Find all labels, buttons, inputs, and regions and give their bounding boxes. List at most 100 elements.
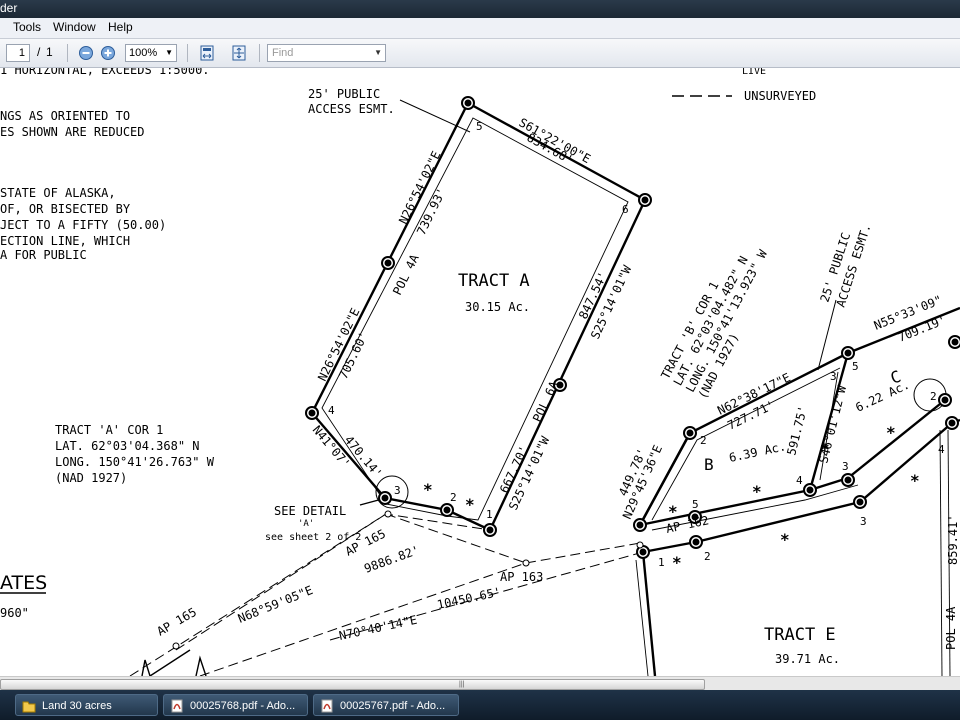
note-line: ES SHOWN ARE REDUCED: [0, 125, 145, 139]
taskbar-item-pdf-25768[interactable]: 00025768.pdf - Ado...: [163, 694, 308, 716]
zoom-in-icon: [101, 46, 115, 60]
corner-number: 5: [476, 120, 483, 133]
menu-window[interactable]: Window: [53, 20, 96, 34]
tract-b-corner-block: TRACT 'B' COR 1 LAT. 62°03'04.482" N LON…: [658, 247, 770, 401]
corner-number: 2: [450, 491, 457, 504]
folder-icon: [22, 701, 36, 713]
zoom-value: 100%: [129, 47, 158, 59]
zoom-out-icon: [79, 46, 93, 60]
tie-distance: 9886.82': [362, 543, 421, 576]
toolbar-separator: [259, 44, 260, 62]
note-line: STATE OF ALASKA,: [0, 186, 116, 200]
tract-e-name: TRACT E: [764, 625, 836, 645]
corner-a-line: (NAD 1927): [55, 471, 127, 485]
window-title-bar: der: [0, 0, 960, 18]
corner-number: 1: [658, 556, 665, 569]
menu-help[interactable]: Help: [108, 20, 133, 34]
svg-text:*: *: [886, 423, 896, 442]
plat-drawing: 1 HORIZONTAL, EXCEEDS 1:5000. NGS AS ORI…: [0, 68, 960, 676]
corner-number: 6: [622, 203, 629, 216]
page-number-input[interactable]: 1: [6, 44, 30, 62]
easement-symbols: ** ** ** ** *: [423, 423, 920, 572]
tie-bearing: N70°40'14"E: [338, 613, 419, 643]
fit-width-icon: [200, 45, 214, 61]
ap-label: AP 163: [500, 570, 543, 584]
pdf-icon: [321, 699, 333, 713]
tie-distance: 10450.65': [436, 585, 503, 612]
corner-number: 3: [830, 370, 837, 383]
detail-line: 'A': [298, 519, 314, 529]
pol-label: POL 4A: [944, 606, 958, 650]
tract-e-area: 39.71 Ac.: [775, 652, 840, 666]
ap-label: AP 165: [155, 605, 200, 639]
distance-label: 591.75': [784, 404, 810, 456]
taskbar-item-pdf-25767[interactable]: 00025767.pdf - Ado...: [313, 694, 459, 716]
taskbar-item-label: Land 30 acres: [42, 700, 112, 712]
page-separator: /: [37, 45, 41, 59]
scrollbar-thumb[interactable]: |||: [0, 679, 705, 690]
note-line: A FOR PUBLIC: [0, 248, 87, 262]
taskbar-item-label: 00025767.pdf - Ado...: [340, 700, 446, 712]
window-title: der: [0, 1, 18, 15]
note-line: JECT TO A FIFTY (50.00): [0, 218, 166, 232]
note-line: OF, OR BISECTED BY: [0, 202, 131, 216]
taskbar-item-label: 00025768.pdf - Ado...: [190, 700, 296, 712]
corner-number: 4: [796, 474, 803, 487]
pol-label: POL 6A: [530, 378, 561, 424]
document-view[interactable]: 1 HORIZONTAL, EXCEEDS 1:5000. NGS AS ORI…: [0, 68, 960, 676]
toolbar: 1 / 1 100% ▼ Find ▼: [0, 39, 960, 68]
svg-text:*: *: [423, 480, 433, 499]
taskbar: Land 30 acres 00025768.pdf - Ado... 0002…: [0, 690, 960, 720]
tract-b-area: 6.39 Ac.: [728, 439, 787, 465]
distance-label: 859.41': [946, 514, 960, 565]
tract-c-area: 6.22 Ac.: [853, 378, 911, 415]
plat-notes: 1 HORIZONTAL, EXCEEDS 1:5000. NGS AS ORI…: [0, 68, 210, 262]
horizontal-scrollbar[interactable]: |||: [0, 676, 960, 691]
bearing-label: S46°01'12"W: [816, 383, 849, 464]
legend-top-fragment: LIVE: [742, 68, 766, 77]
corner-number: 4: [328, 404, 335, 417]
zoom-in-button[interactable]: [99, 44, 117, 62]
corner-number: 5: [852, 360, 859, 373]
note-line: NGS AS ORIENTED TO: [0, 109, 130, 123]
svg-text:*: *: [672, 553, 682, 572]
taskbar-item-land-folder[interactable]: Land 30 acres: [15, 694, 158, 716]
corner-number: 4: [938, 443, 945, 456]
fit-width-button[interactable]: [198, 44, 216, 62]
svg-text:*: *: [668, 502, 678, 521]
see-detail-label: SEE DETAIL 'A' see sheet 2 of 2: [265, 504, 361, 543]
fit-page-icon: [232, 45, 246, 61]
tie-labels: AP 165 9886.82' N68°59'05"E AP 165 AP 16…: [155, 513, 711, 643]
note-line: 1 HORIZONTAL, EXCEEDS 1:5000.: [0, 68, 210, 77]
find-input[interactable]: Find ▼: [267, 44, 386, 62]
svg-text:*: *: [465, 495, 475, 514]
fit-page-button[interactable]: [230, 44, 248, 62]
ap-arrows: [141, 497, 387, 676]
menu-tools[interactable]: Tools: [13, 20, 41, 34]
title-fragments: ATES 960": [0, 572, 47, 620]
tract-b-name: B: [704, 455, 714, 474]
svg-text:*: *: [752, 482, 762, 501]
find-placeholder: Find: [272, 47, 294, 59]
svg-text:*: *: [780, 530, 790, 549]
toolbar-separator: [187, 44, 188, 62]
corner-number: 3: [860, 515, 867, 528]
chevron-down-icon: ▼: [165, 48, 173, 57]
tract-a-corner-block: TRACT 'A' COR 1 LAT. 62°03'04.368" N LON…: [55, 423, 215, 485]
page-total: 1: [46, 45, 53, 59]
corner-a-line: TRACT 'A' COR 1: [55, 423, 163, 437]
zoom-out-button[interactable]: [77, 44, 95, 62]
tract-a-area: 30.15 Ac.: [465, 300, 530, 314]
corner-number: 1: [486, 508, 493, 521]
corner-number: 2: [700, 434, 707, 447]
corner-a-line: LONG. 150°41'26.763" W: [55, 455, 215, 469]
corner-number: 3: [842, 460, 849, 473]
pol-label: POL 4A: [390, 252, 422, 298]
menu-bar: Tools Window Help: [0, 18, 960, 39]
corner-number: 2: [704, 550, 711, 563]
chevron-down-icon: ▼: [374, 48, 382, 57]
legend: LIVE UNSURVEYED: [672, 68, 816, 103]
easement-labels: 25' PUBLIC ACCESS ESMT. 25' PUBLIC ACCES…: [308, 87, 874, 309]
zoom-select[interactable]: 100% ▼: [125, 44, 177, 62]
tract-a-name: TRACT A: [458, 271, 530, 291]
